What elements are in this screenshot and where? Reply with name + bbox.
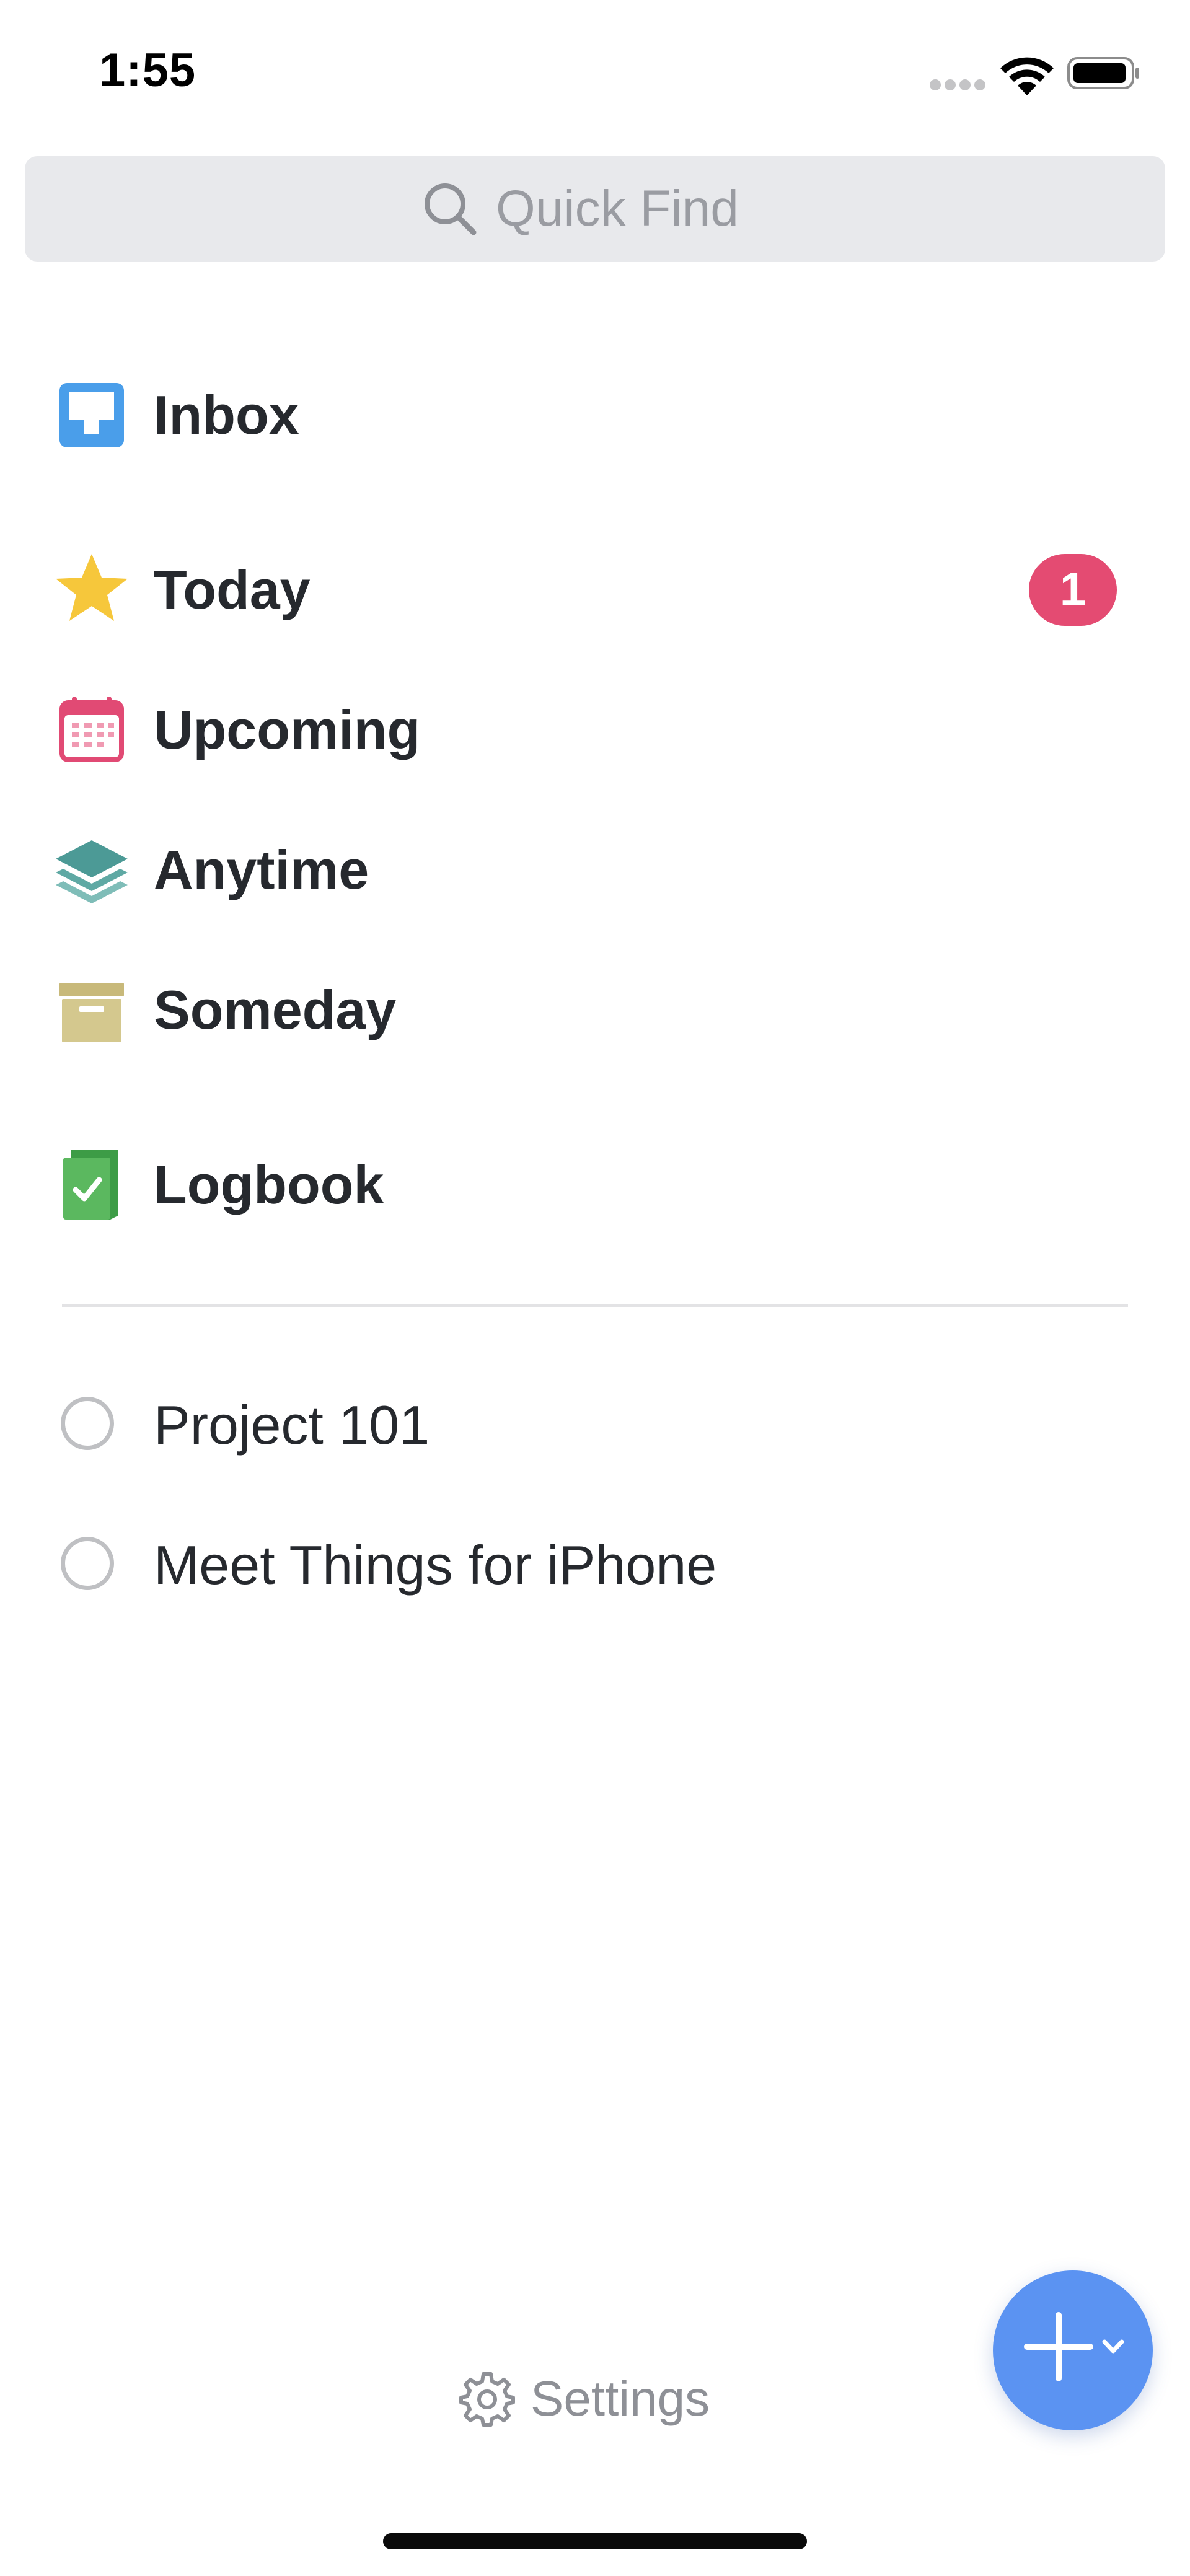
project-label: Project 101	[154, 1394, 430, 1456]
status-bar: 1:55	[0, 0, 1190, 149]
chevron-down-icon	[1102, 2339, 1124, 2354]
wifi-icon	[1000, 57, 1054, 95]
sidebar-item-inbox[interactable]: Inbox	[0, 359, 1190, 471]
archive-box-icon	[60, 983, 124, 1042]
project-circle-icon	[61, 1397, 114, 1450]
sidebar-item-anytime[interactable]: Anytime	[0, 814, 1190, 926]
sidebar-item-today[interactable]: Today 1	[0, 534, 1190, 646]
today-count-badge: 1	[1029, 554, 1117, 626]
quick-find-input[interactable]	[496, 180, 769, 238]
battery-icon	[1067, 57, 1139, 89]
add-to-do-button[interactable]	[993, 2270, 1153, 2430]
sidebar-item-upcoming[interactable]: Upcoming	[0, 674, 1190, 786]
project-item[interactable]: Project 101	[0, 1371, 1190, 1482]
layers-icon	[56, 840, 128, 903]
sidebar-item-logbook[interactable]: Logbook	[0, 1129, 1190, 1241]
status-time: 1:55	[99, 44, 196, 97]
sidebar-item-label: Logbook	[154, 1154, 384, 1215]
logbook-check-icon	[63, 1150, 118, 1220]
sidebar-item-label: Today	[154, 559, 311, 620]
project-label: Meet Things for iPhone	[154, 1534, 717, 1596]
sidebar-item-label: Someday	[154, 979, 397, 1040]
sidebar-item-label: Anytime	[154, 839, 369, 900]
star-icon	[56, 554, 128, 621]
search-icon	[425, 183, 477, 235]
calendar-icon	[60, 697, 124, 762]
project-circle-icon	[61, 1537, 114, 1590]
settings-button[interactable]: Settings	[459, 2365, 710, 2433]
sidebar-item-label: Upcoming	[154, 699, 421, 760]
inbox-icon	[60, 383, 124, 447]
gear-icon	[459, 2372, 515, 2427]
home-indicator	[383, 2533, 807, 2549]
sidebar-item-someday[interactable]: Someday	[0, 954, 1190, 1066]
project-item[interactable]: Meet Things for iPhone	[0, 1511, 1190, 1622]
section-divider	[62, 1304, 1128, 1307]
cellular-signal-icon	[930, 79, 987, 92]
settings-label: Settings	[531, 2371, 710, 2426]
sidebar-item-label: Inbox	[154, 384, 299, 446]
quick-find-search-bar[interactable]	[25, 156, 1165, 262]
